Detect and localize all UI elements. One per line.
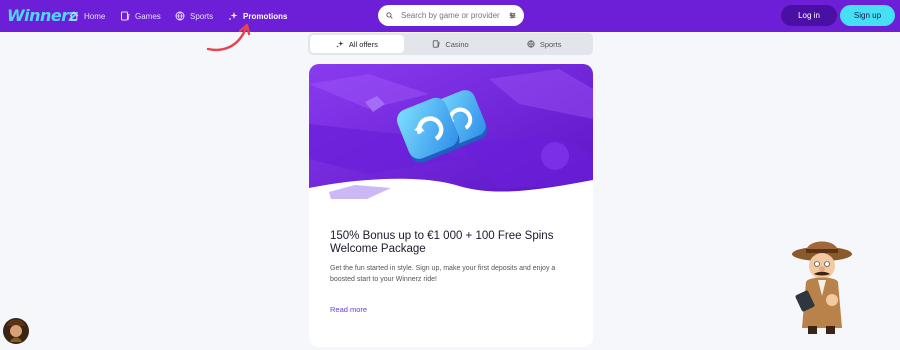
winnerz-logo[interactable]: Winnerz — [7, 6, 78, 25]
promotion-card[interactable]: 150% Bonus up to €1 000 + 100 Free Spins… — [309, 64, 593, 347]
top-navigation-bar: Winnerz Home Games Sports Promotions Log… — [0, 0, 900, 32]
nav-promotions-label: Promotions — [243, 11, 288, 21]
tab-sports-label: Sports — [539, 39, 562, 49]
casino-icon — [433, 40, 440, 48]
annotation-arrow-icon — [206, 23, 251, 51]
promotion-description: Get the fun started in style. Sign up, m… — [330, 265, 556, 283]
sports-ball-icon — [527, 40, 535, 48]
nav-home[interactable]: Home — [69, 9, 105, 23]
signup-button[interactable]: Sign up — [840, 5, 895, 26]
detective-avatar-icon — [3, 318, 29, 344]
sparkle-icon — [336, 40, 344, 48]
promotion-title: 150% Bonus up to €1 000 + 100 Free Spins… — [330, 230, 554, 255]
login-button[interactable]: Log in — [781, 5, 837, 26]
tab-casino[interactable]: Casino — [404, 35, 498, 53]
tab-sports[interactable]: Sports — [497, 35, 591, 53]
tab-casino-label: Casino — [445, 39, 469, 49]
sparkle-icon — [228, 12, 238, 21]
tab-all-offers-label: All offers — [348, 39, 378, 49]
nav-promotions[interactable]: Promotions — [228, 9, 287, 23]
offer-filter-tabs: All offers Casino Sports — [308, 33, 593, 55]
detective-mascot-icon — [792, 241, 852, 334]
nav-sports[interactable]: Sports — [175, 9, 213, 23]
search-input[interactable] — [401, 11, 501, 20]
nav-games-label: Games — [135, 11, 161, 21]
promotion-banner-image — [309, 64, 593, 199]
filter-icon[interactable] — [509, 11, 516, 20]
nav-games[interactable]: Games — [120, 9, 161, 23]
home-icon — [69, 11, 79, 21]
sports-ball-icon — [175, 11, 185, 21]
search-box[interactable] — [378, 5, 524, 26]
nav-sports-label: Sports — [190, 11, 214, 21]
nav-home-label: Home — [84, 11, 106, 21]
tab-all-offers[interactable]: All offers — [310, 35, 404, 53]
games-icon — [121, 11, 130, 21]
read-more-link[interactable]: Read more — [330, 305, 367, 314]
search-icon — [386, 12, 393, 19]
